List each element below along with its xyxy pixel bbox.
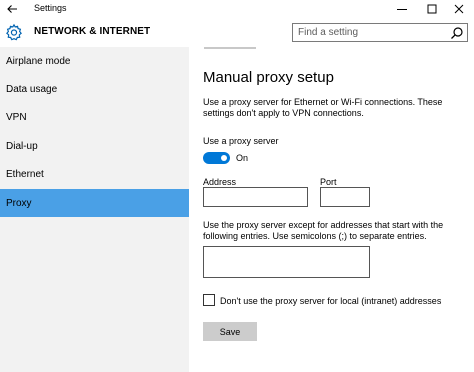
back-button[interactable] [0,0,24,17]
local-addresses-checkbox[interactable] [203,294,215,306]
port-field[interactable] [320,187,370,207]
window-title: Settings [34,3,67,13]
address-label: Address [203,177,237,187]
back-arrow-icon [7,4,17,13]
sidebar-item-proxy[interactable]: Proxy [0,189,189,217]
save-button[interactable]: Save [203,322,257,341]
exceptions-input[interactable] [204,247,369,277]
sidebar-item-label: Dial-up [6,140,38,152]
settings-header: NETWORK & INTERNET [0,17,474,47]
sidebar-item-label: Proxy [6,197,32,209]
gear-icon [6,23,22,41]
minimize-icon [397,8,407,10]
use-proxy-label: Use a proxy server [203,136,279,146]
use-proxy-toggle[interactable] [203,152,230,164]
sidebar-item-data-usage[interactable]: Data usage [0,75,189,103]
title-bar: Settings [0,0,474,17]
sidebar-item-dial-up[interactable]: Dial-up [0,132,189,160]
main-content: Manual proxy setup Use a proxy server fo… [189,47,474,372]
page-section-title: NETWORK & INTERNET [34,26,151,37]
maximize-button[interactable] [417,0,447,17]
local-addresses-label[interactable]: Don't use the proxy server for local (in… [220,296,441,306]
search-box[interactable] [292,23,468,42]
previous-section-edge [204,47,256,49]
sidebar-item-label: Airplane mode [6,55,71,67]
toggle-knob [221,155,227,161]
sidebar-item-airplane-mode[interactable]: Airplane mode [0,47,189,75]
sidebar-item-label: Data usage [6,83,58,95]
port-input[interactable] [321,189,369,207]
page-title: Manual proxy setup [203,69,334,86]
toggle-state-label: On [236,153,249,163]
exceptions-field[interactable] [203,246,370,278]
maximize-icon [427,4,437,13]
port-label: Port [320,177,337,187]
search-input[interactable] [298,25,438,40]
sidebar-item-ethernet[interactable]: Ethernet [0,160,189,188]
exceptions-description: Use the proxy server except for addresse… [203,220,444,241]
proxy-description: Use a proxy server for Ethernet or Wi-Fi… [203,97,443,118]
sidebar-item-label: Ethernet [6,168,44,180]
sidebar: Airplane mode Data usage VPN Dial-up Eth… [0,47,189,372]
sidebar-item-vpn[interactable]: VPN [0,103,189,131]
address-field[interactable] [203,187,308,207]
close-icon [454,4,464,13]
sidebar-item-label: VPN [6,111,27,123]
close-button[interactable] [444,0,474,17]
minimize-button[interactable] [387,0,417,17]
search-icon[interactable] [450,26,464,40]
address-input[interactable] [204,189,307,207]
